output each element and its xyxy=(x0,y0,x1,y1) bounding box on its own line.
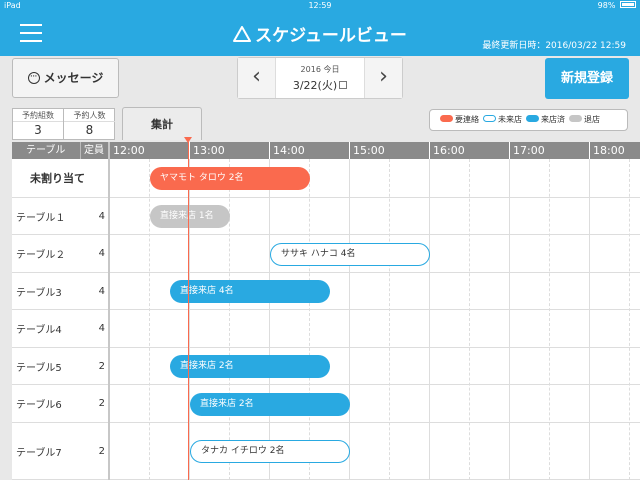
legend-swatch xyxy=(483,115,496,122)
people-count-cell: 予約人数 8 xyxy=(64,109,115,139)
battery-icon xyxy=(620,1,636,8)
table-capacity: 2 xyxy=(81,385,108,422)
half-hour-gridline xyxy=(229,159,230,480)
table-name: テーブル２ xyxy=(12,235,81,272)
table-row[interactable]: テーブル4 4 xyxy=(12,310,640,348)
prev-day-button[interactable]: ‹ xyxy=(238,58,276,98)
year-today-label: 2016 今日 xyxy=(300,65,340,74)
stats-button[interactable]: 集計 xyxy=(122,107,202,140)
half-hour-gridline xyxy=(549,159,550,480)
legend-swatch xyxy=(440,115,453,122)
groups-count-value: 3 xyxy=(34,123,42,137)
battery-percent: 98% xyxy=(597,1,616,10)
time-header: 14:00 xyxy=(269,142,349,159)
table-capacity: 4 xyxy=(81,310,108,347)
table-name: テーブル3 xyxy=(12,273,81,309)
time-header: 12:00 xyxy=(109,142,189,159)
column-divider xyxy=(108,142,110,480)
reservation-block[interactable]: 直接来店 1名 xyxy=(150,205,230,228)
calendar-icon xyxy=(339,81,348,89)
reservation-block[interactable]: 直接来店 2名 xyxy=(190,392,350,416)
chat-icon: ··· xyxy=(27,71,40,84)
schedule-grid: テーブル 定員 12:00 13:00 14:00 15:00 16:00 17:00 18… xyxy=(12,142,640,480)
status-bar: iPad 12:59 98% xyxy=(0,0,640,12)
table-name: テーブル１ xyxy=(12,198,81,234)
next-day-button[interactable]: › xyxy=(364,58,402,98)
last-updated-label: 最終更新日時：2016/03/22 12:59 xyxy=(482,41,626,51)
table-name: テーブル4 xyxy=(12,310,81,347)
hour-gridline xyxy=(349,159,350,480)
table-capacity: 4 xyxy=(81,235,108,272)
table-name: テーブル5 xyxy=(12,348,81,384)
half-hour-gridline xyxy=(469,159,470,480)
message-button-label: メッセージ xyxy=(43,71,104,85)
table-name: 未割り当て xyxy=(12,159,108,197)
legend-swatch xyxy=(569,115,582,122)
message-button[interactable]: ··· メッセージ xyxy=(12,58,119,98)
logo-icon xyxy=(233,26,252,42)
table-name: テーブル6 xyxy=(12,385,81,422)
date-picker[interactable]: 3/22(火) xyxy=(276,77,364,93)
time-header: 17:00 xyxy=(509,142,589,159)
reservation-summary: 予約組数 3 予約人数 8 xyxy=(12,108,115,140)
reservation-block[interactable]: ヤマモト タロウ 2名 xyxy=(150,167,310,190)
status-legend: 要連絡 未来店 来店済 退店 xyxy=(429,109,628,131)
battery-indicator: 98% xyxy=(598,0,636,12)
app-title-text: スケジュールビュー xyxy=(255,26,407,46)
half-hour-gridline xyxy=(389,159,390,480)
half-hour-gridline xyxy=(149,159,150,480)
unassigned-row[interactable]: 未割り当て xyxy=(12,159,640,198)
time-header: 18:00 xyxy=(589,142,640,159)
half-hour-gridline xyxy=(309,159,310,480)
nav-bar: スケジュールビュー 最終更新日時：2016/03/22 12:59 xyxy=(0,12,640,56)
date-navigator: ‹ 2016 今日 3/22(火) › xyxy=(237,57,403,99)
reservation-block[interactable]: 直接来店 4名 xyxy=(170,280,330,303)
grid-header: テーブル 定員 12:00 13:00 14:00 15:00 16:00 17:00 18… xyxy=(12,142,640,159)
hour-gridline xyxy=(509,159,510,480)
legend-label: 退店 xyxy=(584,115,600,124)
reservation-block[interactable]: 直接来店 2名 xyxy=(170,355,330,378)
legend-label: 来店済 xyxy=(541,115,565,124)
time-header: 16:00 xyxy=(429,142,509,159)
table-name: テーブル7 xyxy=(12,423,81,479)
hour-gridline xyxy=(269,159,270,480)
people-count-value: 8 xyxy=(85,123,94,137)
reservation-block[interactable]: タナカ イチロウ 2名 xyxy=(190,440,350,463)
people-count-label: 予約人数 xyxy=(64,109,115,122)
clock-label: 12:59 xyxy=(308,1,332,10)
table-capacity: 4 xyxy=(81,198,108,234)
half-hour-gridline xyxy=(629,159,630,480)
table-capacity: 2 xyxy=(81,348,108,384)
groups-count-cell: 予約組数 3 xyxy=(13,109,64,139)
legend-item: 未来店 xyxy=(483,110,522,130)
legend-item: 退店 xyxy=(569,110,600,130)
legend-item: 要連絡 xyxy=(440,110,479,130)
table-capacity: 4 xyxy=(81,273,108,309)
time-header: 15:00 xyxy=(349,142,429,159)
new-reservation-button[interactable]: 新規登録 xyxy=(545,58,629,99)
legend-label: 未来店 xyxy=(498,115,522,124)
time-header: 13:00 xyxy=(189,142,269,159)
reservation-block[interactable]: ササキ ハナコ 4名 xyxy=(270,242,430,266)
current-time-line xyxy=(188,142,189,480)
groups-count-label: 予約組数 xyxy=(13,109,63,122)
table-row[interactable]: テーブル１ 4 xyxy=(12,198,640,235)
header-capacity: 定員 xyxy=(84,145,104,156)
table-capacity: 2 xyxy=(81,423,108,479)
legend-swatch xyxy=(526,115,539,122)
current-time-marker xyxy=(184,137,192,143)
date-label: 3/22(火) xyxy=(292,79,338,92)
legend-item: 来店済 xyxy=(526,110,565,130)
legend-label: 要連絡 xyxy=(455,115,479,124)
hour-gridline xyxy=(429,159,430,480)
header-table: テーブル xyxy=(12,142,81,159)
hour-gridline xyxy=(589,159,590,480)
